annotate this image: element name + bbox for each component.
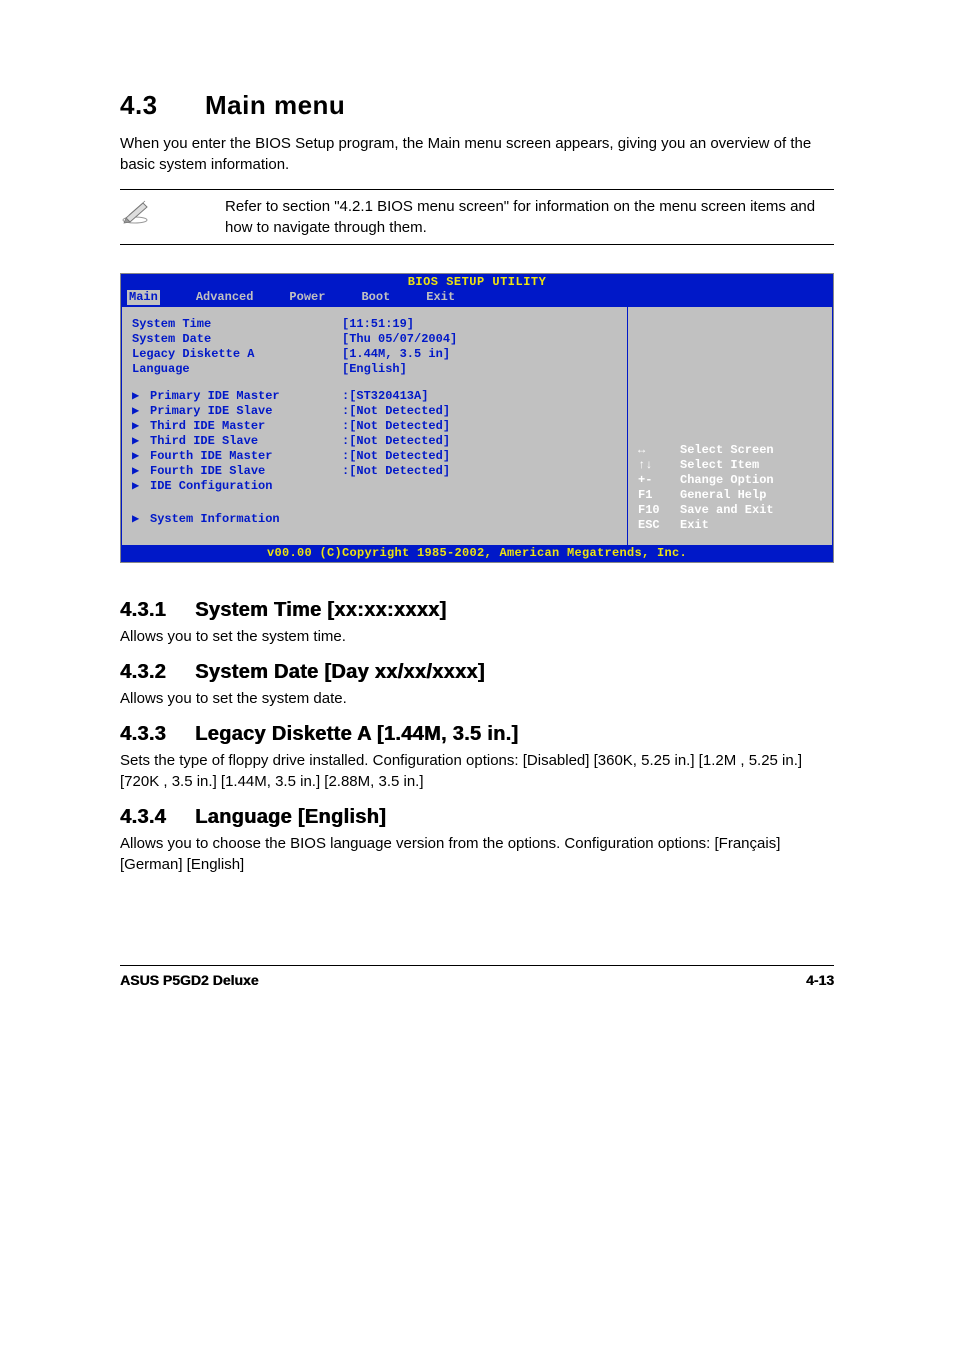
help-key: F10 [638,503,680,518]
bios-sub-label: Fourth IDE Master [150,449,342,464]
help-text: Change Option [680,473,774,488]
bios-tab-main: Main [127,290,160,305]
subsection-body: Sets the type of floppy drive installed.… [120,750,834,792]
bios-sub-value: :[Not Detected] [342,449,450,464]
help-key: +- [638,473,680,488]
help-text: Select Item [680,458,759,473]
subsection-heading: 4.3.3Legacy Diskette A [1.44M, 3.5 in.] [120,723,834,746]
subsection-title: System Time [xx:xx:xxxx] [195,599,446,621]
help-key: ↑↓ [638,458,680,473]
bios-row-label: System Time [132,317,342,332]
bios-help: ↔Select Screen ↑↓Select Item +-Change Op… [638,443,824,533]
bios-right-panel: ↔Select Screen ↑↓Select Item +-Change Op… [627,306,833,546]
footer-right: 4-13 [806,972,834,988]
bios-sub-value: :[Not Detected] [342,419,450,434]
bios-tab-advanced: Advanced [196,290,254,305]
triangle-icon: ▶ [132,404,150,419]
subsection-title: System Date [Day xx/xx/xxxx] [195,661,485,683]
subsection-heading: 4.3.2System Date [Day xx/xx/xxxx] [120,661,834,684]
bios-row-value: [Thu 05/07/2004] [342,332,457,347]
triangle-icon: ▶ [132,464,150,479]
triangle-icon: ▶ [132,449,150,464]
triangle-icon: ▶ [132,479,150,494]
bios-row-value: [1.44M, 3.5 in] [342,347,450,362]
subsection-heading: 4.3.4Language [English] [120,806,834,829]
subsection-number: 4.3.3 [120,723,195,746]
bios-row-value: [English] [342,362,407,377]
page-footer: ASUS P5GD2 Deluxe 4-13 [120,965,834,988]
subsection-body: Allows you to set the system time. [120,626,834,647]
subsection-heading: 4.3.1System Time [xx:xx:xxxx] [120,599,834,622]
help-key: ESC [638,518,680,533]
bios-title: BIOS SETUP UTILITY [121,274,833,290]
bios-left-panel: System Time[11:51:19] System Date[Thu 05… [121,306,627,546]
bios-tab-boot: Boot [361,290,390,305]
bios-sub-label: Third IDE Master [150,419,342,434]
help-key: ↔ [638,443,680,458]
help-text: Exit [680,518,709,533]
bios-row-label: Legacy Diskette A [132,347,342,362]
bios-tab-exit: Exit [426,290,455,305]
bios-sub-label: Primary IDE Master [150,389,342,404]
bios-tabs: Main Advanced Power Boot Exit [121,290,833,306]
subsection-body: Allows you to choose the BIOS language v… [120,833,834,875]
bios-tab-power: Power [289,290,325,305]
triangle-icon: ▶ [132,389,150,404]
bios-sub-label: Primary IDE Slave [150,404,342,419]
triangle-icon: ▶ [132,419,150,434]
bios-sub-value: :[ST320413A] [342,389,428,404]
help-text: Select Screen [680,443,774,458]
help-text: General Help [680,488,766,503]
triangle-icon: ▶ [132,512,150,527]
subsection-number: 4.3.2 [120,661,195,684]
bios-sub-value: :[Not Detected] [342,464,450,479]
bios-sub-value: :[Not Detected] [342,404,450,419]
bios-sub-label: Third IDE Slave [150,434,342,449]
section-title: Main menu [205,90,345,120]
subsection-body: Allows you to set the system date. [120,688,834,709]
subsection-number: 4.3.4 [120,806,195,829]
section-number: 4.3 [120,90,205,121]
bios-sub-value: :[Not Detected] [342,434,450,449]
subsection-title: Language [English] [195,806,386,828]
bios-row-label: Language [132,362,342,377]
intro-text: When you enter the BIOS Setup program, t… [120,133,834,175]
subsection-title: Legacy Diskette A [1.44M, 3.5 in.] [195,723,518,745]
subsection-number: 4.3.1 [120,599,195,622]
footer-left: ASUS P5GD2 Deluxe [120,972,259,988]
bios-sub-label: Fourth IDE Slave [150,464,342,479]
note-text: Refer to section "4.2.1 BIOS menu screen… [160,196,834,238]
bios-sub-label: IDE Configuration [150,479,342,494]
bios-footer: v00.00 (C)Copyright 1985-2002, American … [121,546,833,562]
pencil-icon [120,196,160,231]
bios-sysinfo: System Information [150,512,280,527]
help-text: Save and Exit [680,503,774,518]
bios-screenshot: BIOS SETUP UTILITY Main Advanced Power Boot… [120,273,834,563]
help-key: F1 [638,488,680,503]
bios-row-value: [11:51:19] [342,317,414,332]
section-heading: 4.3Main menu [120,90,834,121]
bios-row-label: System Date [132,332,342,347]
note-box: Refer to section "4.2.1 BIOS menu screen… [120,189,834,245]
triangle-icon: ▶ [132,434,150,449]
